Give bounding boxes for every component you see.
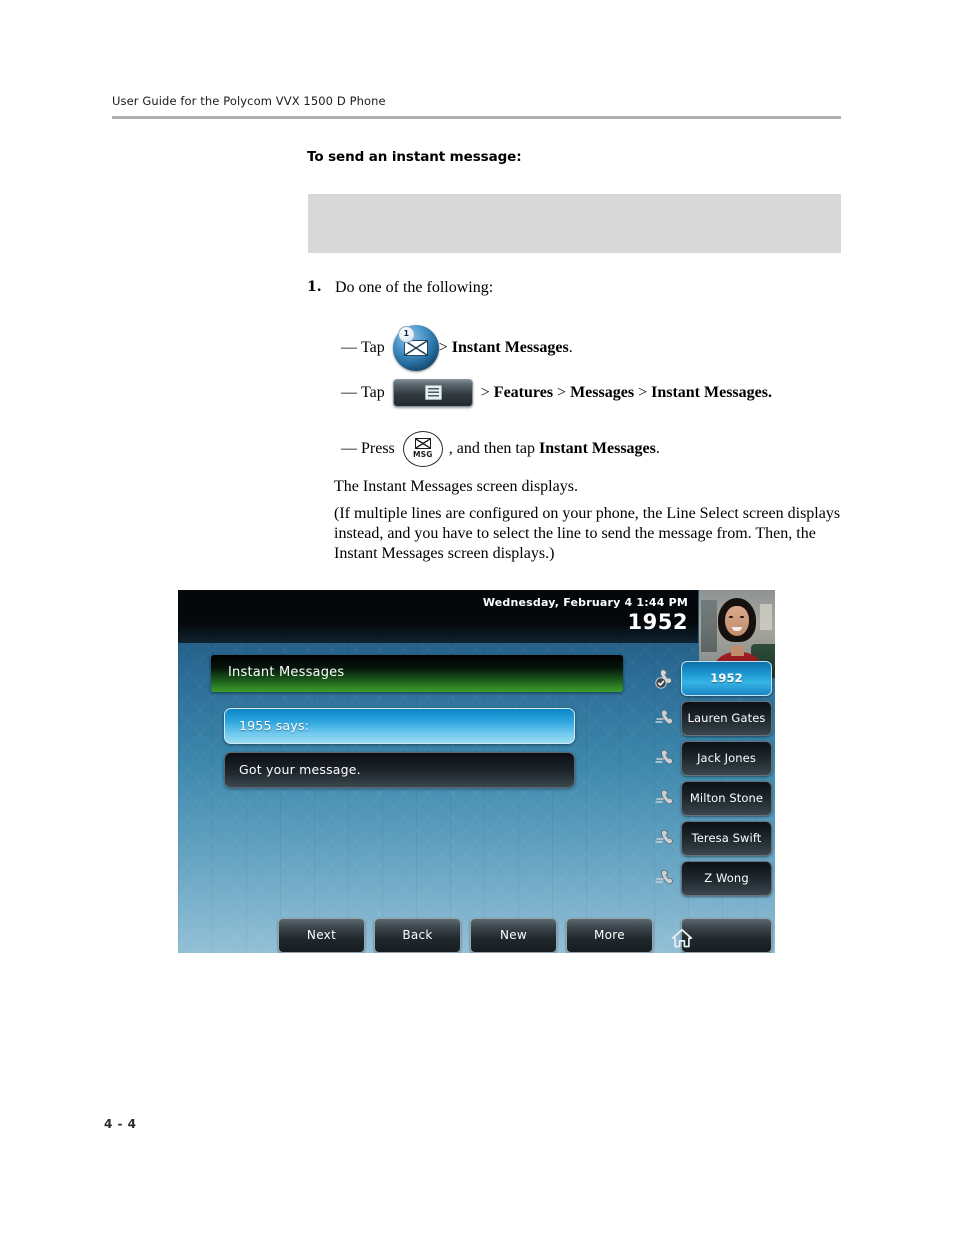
bullet-lead-word: Press: [361, 440, 395, 457]
line-key-label: Z Wong: [704, 871, 749, 885]
line-key-label: Teresa Swift: [691, 831, 762, 845]
bullet-trailing-text: > Instant Messages.: [439, 339, 573, 357]
bullet-period: .: [655, 440, 660, 457]
handset-icon: [655, 746, 679, 770]
softkey-next[interactable]: Next: [278, 918, 365, 953]
line-key-z-wong[interactable]: Z Wong: [655, 861, 772, 896]
bullet-bold-target: Instant Messages: [538, 440, 656, 457]
message-text: Got your message.: [239, 762, 361, 777]
softkey-label: New: [499, 928, 528, 942]
mail-circle-icon[interactable]: 1: [392, 325, 439, 371]
msg-key-label: MSG: [412, 450, 433, 459]
line-key-teresa-swift[interactable]: Teresa Swift: [655, 821, 772, 856]
handset-active-icon: [655, 666, 679, 690]
msg-hardkey-icon[interactable]: MSG: [402, 431, 443, 467]
bullet-dash: —: [341, 339, 357, 356]
bullet-bold-target: Instant Messages: [451, 339, 569, 356]
page-title: To send an instant message:: [307, 149, 522, 165]
bullet-item-msg-path: — Press MSG , and then tap Instant Messa…: [341, 431, 660, 467]
softkey-more[interactable]: More: [566, 918, 653, 953]
thumbnail-panel-left: [701, 600, 717, 652]
softkey-label: Back: [402, 928, 433, 942]
menu-sep-2: >: [634, 384, 652, 401]
softkey-home[interactable]: [671, 918, 772, 953]
line-key-milton-stone[interactable]: Milton Stone: [655, 781, 772, 816]
bullet-dash: —: [341, 384, 357, 401]
result-paragraph: The Instant Messages screen displays.: [334, 478, 578, 495]
bullet-dash: —: [341, 440, 357, 457]
header-divider: [112, 116, 841, 119]
bullet-lead-in: , and then tap: [448, 440, 539, 457]
menu-sep-1: >: [553, 384, 571, 401]
message-item[interactable]: Got your message.: [224, 752, 575, 788]
line-key-jack-jones[interactable]: Jack Jones: [655, 741, 772, 776]
softkey-label: More: [594, 928, 625, 942]
bullet-gt: >: [480, 384, 494, 401]
line-key-label: Jack Jones: [697, 751, 756, 765]
thumbnail-person-neck: [731, 646, 744, 656]
thumbnail-person-face: [725, 606, 749, 636]
home-icon: [671, 928, 693, 948]
bullet-item-menu-path: — Tap > Features > Messages > Instant Me…: [341, 379, 772, 407]
handset-icon: [655, 706, 679, 730]
softkey-label: Next: [306, 928, 337, 942]
thumbnail-person-eye-right: [740, 616, 744, 618]
step-instruction: Do one of the following:: [335, 279, 494, 296]
menu-messages: Messages: [570, 384, 635, 401]
softkey-back[interactable]: Back: [374, 918, 461, 953]
status-datetime: Wednesday, February 4 1:44 PM: [482, 596, 688, 609]
menu-features: Features: [493, 384, 554, 401]
screen-title-bar: Instant Messages: [211, 655, 623, 692]
bullet-trailing-text: > Features > Messages > Instant Messages…: [481, 384, 772, 402]
status-bar: Wednesday, February 4 1:44 PM 1952: [178, 590, 698, 643]
bullet-item-mail-path: — Tap 1 > Instant Messages.: [341, 325, 573, 371]
line-key-lauren-gates[interactable]: Lauren Gates: [655, 701, 772, 736]
message-text: 1955 says:: [239, 718, 310, 733]
handset-icon: [655, 826, 679, 850]
menu-instant-messages: Instant Messages.: [651, 384, 772, 401]
status-extension: 1952: [627, 610, 688, 634]
phone-screen-figure: Wednesday, February 4 1:44 PM 1952 Insta…: [178, 590, 775, 953]
note-paragraph: (If multiple lines are configured on you…: [334, 505, 841, 562]
menu-hardkey-icon[interactable]: [392, 379, 473, 407]
line-key-1952[interactable]: 1952: [655, 661, 772, 696]
menu-lines-icon: [424, 385, 442, 400]
note-callout-box: [308, 194, 841, 253]
message-item-selected[interactable]: 1955 says:: [224, 708, 575, 744]
handset-icon: [655, 866, 679, 890]
page-number: 4 - 4: [104, 1117, 137, 1131]
running-head: User Guide for the Polycom VVX 1500 D Ph…: [112, 94, 386, 108]
softkey-new[interactable]: New: [470, 918, 557, 953]
handset-icon: [655, 786, 679, 810]
bullet-period: .: [568, 339, 573, 356]
screen-title-label: Instant Messages: [228, 665, 345, 680]
step-number: 1.: [307, 279, 322, 295]
thumbnail-panel-right: [760, 604, 772, 630]
bullet-trailing-text: , and then tap Instant Messages.: [449, 440, 660, 458]
line-key-label: Lauren Gates: [687, 711, 766, 725]
bullet-lead-word: Tap: [361, 384, 385, 401]
line-key-label: 1952: [710, 671, 743, 685]
thumbnail-person-eye-left: [729, 616, 733, 618]
line-key-label: Milton Stone: [689, 791, 764, 805]
bullet-lead-word: Tap: [361, 339, 385, 356]
envelope-icon: [414, 438, 431, 449]
unread-count-badge: 1: [397, 326, 415, 343]
bullet-gt: >: [438, 339, 452, 356]
